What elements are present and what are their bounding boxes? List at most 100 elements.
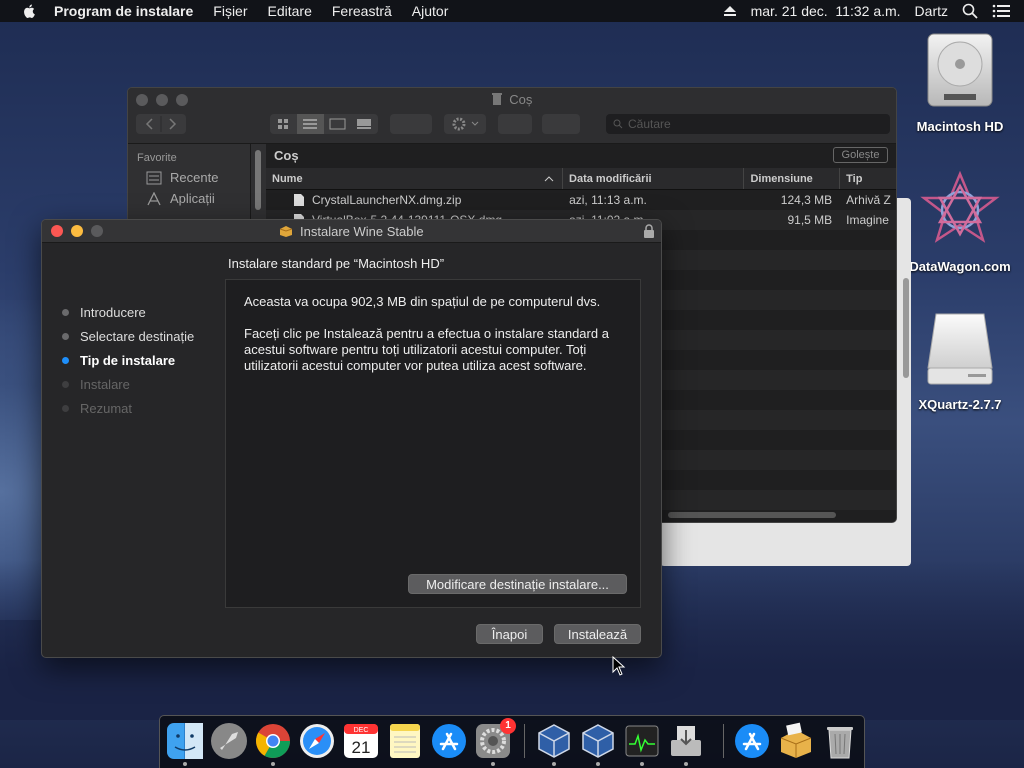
share-button[interactable]	[498, 114, 532, 134]
app-store-icon[interactable]	[430, 722, 468, 760]
running-indicator	[640, 762, 644, 766]
column-header-size[interactable]: Dimensiune	[744, 168, 841, 189]
sort-chevron-up-icon	[544, 176, 554, 182]
file-size: 91,5 MB	[787, 213, 833, 227]
running-indicator	[596, 762, 600, 766]
desktop-icon-label: DataWagon.com	[909, 259, 1011, 274]
search-placeholder: Căutare	[628, 117, 671, 131]
hard-drive-icon	[927, 33, 993, 107]
action-gear-button[interactable]	[444, 114, 486, 134]
step-dot	[62, 308, 69, 316]
gear-icon	[452, 117, 479, 131]
trash-icon[interactable]	[821, 722, 859, 760]
menu-fereastra[interactable]: Fereastră	[332, 3, 392, 19]
menu-fisier[interactable]: Fișier	[213, 3, 247, 19]
virtualbox-icon[interactable]	[535, 722, 573, 760]
mouse-pointer-icon	[612, 656, 626, 676]
menu-editare[interactable]: Editare	[268, 3, 312, 19]
dock-separator	[524, 724, 525, 758]
finder-icon[interactable]	[166, 722, 204, 760]
running-indicator	[183, 762, 187, 766]
desktop-icon-datawagon[interactable]: DataWagon.com	[905, 170, 1015, 274]
finder-path-bar: Coș Golește	[266, 144, 896, 168]
install-button[interactable]: Instalează	[554, 624, 641, 644]
notes-icon[interactable]	[386, 722, 424, 760]
sidebar-scrollbar[interactable]	[255, 150, 261, 210]
sidebar-header: Favorite	[137, 152, 177, 164]
eject-icon[interactable]	[723, 5, 737, 17]
search-icon	[613, 119, 623, 129]
safari-icon[interactable]	[298, 722, 336, 760]
installer-icon[interactable]	[667, 722, 705, 760]
back-button[interactable]: Înapoi	[476, 624, 543, 644]
lock-icon[interactable]	[643, 224, 655, 238]
package-stack-icon[interactable]	[777, 722, 815, 760]
notification-center-icon[interactable]	[992, 4, 1010, 18]
menu-program-de-instalare[interactable]: Program de instalare	[54, 3, 193, 19]
apple-menu-icon[interactable]	[20, 3, 40, 19]
step-introducere: Introducere	[62, 300, 194, 324]
step-selectare-destinatie: Selectare destinație	[62, 324, 194, 348]
desktop-icon-xquartz[interactable]: XQuartz-2.7.7	[905, 310, 1015, 412]
datawagon-logo-icon	[920, 170, 1000, 243]
desktop-icon-label: XQuartz-2.7.7	[918, 397, 1002, 412]
step-dot	[62, 380, 69, 388]
menubar-user[interactable]: Dartz	[915, 3, 948, 19]
install-description-text: Faceți clic pe Instalează pentru a efect…	[244, 326, 609, 373]
step-label: Rezumat	[80, 400, 133, 416]
group-button[interactable]	[390, 114, 432, 134]
chrome-icon[interactable]	[254, 722, 292, 760]
column-header-date[interactable]: Data modificării	[563, 168, 745, 189]
file-date: azi, 11:13 a.m.	[569, 193, 647, 207]
calendar-icon[interactable]: DEC 21	[342, 722, 380, 760]
virtualbox-vm-icon[interactable]	[579, 722, 617, 760]
column-header-name[interactable]: Nume	[266, 168, 564, 189]
sidebar-item-label: Aplicații	[170, 191, 215, 206]
change-destination-button[interactable]: Modificare destinație instalare...	[408, 574, 627, 594]
finder-title: Coș	[128, 92, 896, 107]
empty-trash-button[interactable]: Golește	[833, 147, 888, 163]
scrollbar[interactable]	[903, 278, 909, 378]
back-forward-buttons[interactable]	[136, 114, 186, 134]
tags-button[interactable]	[542, 114, 580, 134]
installer-window[interactable]: Instalare Wine Stable Instalare standard…	[41, 219, 662, 658]
table-row[interactable]: CrystalLauncherNX.dmg.zip azi, 11:13 a.m…	[266, 190, 896, 210]
installer-steps: Introducere Selectare destinație Tip de …	[62, 300, 194, 420]
dock: DEC 21 1	[159, 715, 865, 768]
finder-search-field[interactable]: Căutare	[606, 114, 890, 134]
system-preferences-app[interactable]: 1	[474, 718, 516, 760]
column-headers: Nume Data modificării Dimensiune Tip	[266, 168, 896, 190]
launchpad-icon[interactable]	[210, 722, 248, 760]
app-store-downloads-icon[interactable]	[733, 722, 771, 760]
calendar-day: 21	[352, 738, 371, 757]
installer-content-pane: Aceasta va ocupa 902,3 MB din spațiul de…	[225, 279, 641, 608]
spotlight-search-icon[interactable]	[962, 3, 978, 19]
sidebar-item-recente[interactable]: Recente	[128, 164, 250, 185]
menubar-datetime[interactable]: mar. 21 dec. 11:32 a.m.	[751, 3, 901, 19]
running-indicator	[271, 762, 275, 766]
desktop-icon-label: Macintosh HD	[916, 119, 1004, 134]
step-instalare: Instalare	[62, 372, 194, 396]
finder-path-title: Coș	[274, 148, 299, 163]
desktop-icon-macintosh-hd[interactable]: Macintosh HD	[905, 32, 1015, 134]
dock-separator	[723, 724, 724, 758]
install-size-text: Aceasta va ocupa 902,3 MB din spațiul de…	[244, 294, 601, 309]
horizontal-scrollbar[interactable]	[668, 512, 836, 518]
view-icons	[278, 114, 371, 134]
installer-heading: Instalare standard pe “Macintosh HD”	[228, 256, 445, 271]
file-name: CrystalLauncherNX.dmg.zip	[312, 193, 462, 207]
menu-ajutor[interactable]: Ajutor	[412, 3, 449, 19]
sidebar-item-aplicatii[interactable]: Aplicații	[128, 185, 250, 206]
step-label: Selectare destinație	[80, 328, 195, 344]
column-header-kind[interactable]: Tip	[840, 168, 896, 189]
file-kind: Arhivă Z	[846, 193, 891, 207]
applications-icon	[147, 191, 161, 205]
installer-title: Instalare Wine Stable	[42, 224, 661, 239]
step-rezumat: Rezumat	[62, 396, 194, 420]
chevron-left-icon[interactable]	[136, 114, 186, 134]
view-mode-buttons[interactable]	[270, 114, 378, 134]
finder-toolbar: Coș Căutare	[128, 88, 896, 144]
file-size: 124,3 MB	[780, 193, 833, 207]
activity-monitor-icon[interactable]	[623, 722, 661, 760]
running-indicator	[491, 762, 495, 766]
